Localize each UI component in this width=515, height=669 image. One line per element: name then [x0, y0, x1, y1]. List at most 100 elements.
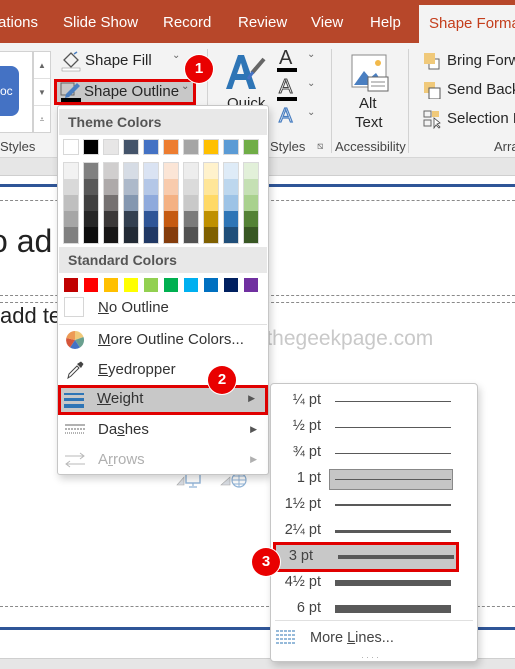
- tab-animations[interactable]: ations: [0, 0, 38, 43]
- theme-shade-swatch[interactable]: [84, 195, 98, 211]
- standard-color-swatch[interactable]: [243, 277, 259, 293]
- theme-shade-swatch[interactable]: [184, 195, 198, 211]
- theme-shade-swatch[interactable]: [84, 227, 98, 243]
- theme-shade-swatch[interactable]: [144, 179, 158, 195]
- theme-color-swatch[interactable]: [123, 139, 139, 155]
- more-lines-item[interactable]: More Lines...: [271, 624, 477, 652]
- theme-color-swatch[interactable]: [203, 139, 219, 155]
- standard-color-swatch[interactable]: [183, 277, 199, 293]
- standard-color-swatch[interactable]: [123, 277, 139, 293]
- weight-option[interactable]: 4½ pt: [271, 570, 477, 596]
- standard-color-swatch[interactable]: [63, 277, 79, 293]
- theme-shade-swatch[interactable]: [244, 179, 258, 195]
- tab-slide-show[interactable]: Slide Show: [63, 0, 138, 43]
- theme-shade-swatch[interactable]: [144, 211, 158, 227]
- theme-shade-swatch[interactable]: [204, 227, 218, 243]
- theme-shade-swatch[interactable]: [224, 163, 238, 179]
- theme-shade-swatch[interactable]: [84, 211, 98, 227]
- weight-option[interactable]: 6 pt: [271, 596, 477, 622]
- more-outline-colors-item[interactable]: More Outline Colors...: [59, 326, 267, 354]
- theme-shade-swatch[interactable]: [64, 227, 78, 243]
- tab-shape-format[interactable]: Shape Forma: [419, 5, 515, 43]
- weight-option[interactable]: 1 pt: [271, 466, 477, 492]
- theme-shade-swatch[interactable]: [164, 179, 178, 195]
- standard-color-swatch[interactable]: [163, 277, 179, 293]
- alt-text-button[interactable]: Alt Text: [345, 51, 395, 133]
- theme-color-swatch[interactable]: [83, 139, 99, 155]
- theme-shade-swatch[interactable]: [184, 227, 198, 243]
- gallery-up-icon[interactable]: ▲: [34, 52, 50, 79]
- theme-shade-swatch[interactable]: [224, 227, 238, 243]
- theme-shade-swatch[interactable]: [244, 163, 258, 179]
- theme-shade-swatch[interactable]: [224, 179, 238, 195]
- theme-shade-swatch[interactable]: [124, 211, 138, 227]
- theme-color-swatch[interactable]: [143, 139, 159, 155]
- text-effects-button[interactable]: A ⌄: [277, 104, 317, 131]
- theme-shade-swatch[interactable]: [124, 227, 138, 243]
- weight-option[interactable]: ½ pt: [271, 414, 477, 440]
- theme-shade-swatch[interactable]: [84, 163, 98, 179]
- tab-help[interactable]: Help: [370, 0, 401, 43]
- resize-grip[interactable]: ····: [361, 652, 381, 662]
- theme-shade-swatch[interactable]: [244, 227, 258, 243]
- weight-option[interactable]: 2¼ pt: [271, 518, 477, 544]
- weight-option[interactable]: 3 pt: [273, 542, 459, 572]
- theme-color-swatch[interactable]: [183, 139, 199, 155]
- theme-color-swatch[interactable]: [243, 139, 259, 155]
- standard-color-swatch[interactable]: [143, 277, 159, 293]
- standard-color-swatch[interactable]: [103, 277, 119, 293]
- theme-shade-swatch[interactable]: [144, 227, 158, 243]
- gallery-expand-icon[interactable]: ⩡: [34, 106, 50, 133]
- shape-outline-button[interactable]: Shape Outline ⌄: [54, 79, 196, 105]
- theme-shade-swatch[interactable]: [104, 163, 118, 179]
- theme-shade-swatch[interactable]: [224, 211, 238, 227]
- theme-shade-swatch[interactable]: [184, 211, 198, 227]
- theme-shade-swatch[interactable]: [64, 195, 78, 211]
- text-fill-button[interactable]: A ⌄: [277, 47, 317, 73]
- title-placeholder-text[interactable]: o ad: [0, 223, 52, 260]
- weight-option[interactable]: ¾ pt: [271, 440, 477, 466]
- tab-view[interactable]: View: [311, 0, 343, 43]
- theme-shade-swatch[interactable]: [124, 179, 138, 195]
- gallery-down-icon[interactable]: ▼: [34, 79, 50, 106]
- body-placeholder-text[interactable]: add te: [0, 303, 61, 329]
- standard-color-swatch[interactable]: [83, 277, 99, 293]
- theme-shade-swatch[interactable]: [204, 211, 218, 227]
- theme-shade-swatch[interactable]: [64, 211, 78, 227]
- theme-shade-swatch[interactable]: [164, 227, 178, 243]
- tab-review[interactable]: Review: [238, 0, 287, 43]
- shape-style-preview[interactable]: oc: [0, 66, 19, 116]
- theme-color-swatch[interactable]: [103, 139, 119, 155]
- text-outline-button[interactable]: A ⌄: [277, 76, 317, 102]
- theme-shade-swatch[interactable]: [164, 195, 178, 211]
- theme-color-swatch[interactable]: [63, 139, 79, 155]
- selection-pane-button[interactable]: Selection P: [423, 107, 515, 131]
- theme-shade-swatch[interactable]: [144, 195, 158, 211]
- theme-shade-swatch[interactable]: [224, 195, 238, 211]
- weight-option[interactable]: ¼ pt: [271, 388, 477, 414]
- theme-shade-swatch[interactable]: [104, 227, 118, 243]
- no-outline-item[interactable]: No Outline: [59, 294, 267, 322]
- send-backward-button[interactable]: Send Back: [423, 78, 515, 102]
- theme-shade-swatch[interactable]: [124, 195, 138, 211]
- standard-color-swatch[interactable]: [203, 277, 219, 293]
- theme-shade-swatch[interactable]: [104, 179, 118, 195]
- theme-shade-swatch[interactable]: [104, 195, 118, 211]
- weight-option[interactable]: 1½ pt: [271, 492, 477, 518]
- theme-shade-swatch[interactable]: [104, 211, 118, 227]
- theme-shade-swatch[interactable]: [144, 163, 158, 179]
- dashes-item[interactable]: Dashes ▶: [59, 416, 267, 444]
- shape-fill-button[interactable]: Shape Fill ⌄: [60, 49, 195, 73]
- theme-shade-swatch[interactable]: [64, 179, 78, 195]
- theme-shade-swatch[interactable]: [84, 179, 98, 195]
- theme-shade-swatch[interactable]: [124, 163, 138, 179]
- bring-forward-button[interactable]: Bring Forw: [423, 49, 515, 73]
- tab-record[interactable]: Record: [163, 0, 211, 43]
- quick-styles-button[interactable]: Quick: [222, 51, 270, 112]
- theme-shade-swatch[interactable]: [244, 211, 258, 227]
- theme-color-swatch[interactable]: [223, 139, 239, 155]
- theme-shade-swatch[interactable]: [184, 163, 198, 179]
- theme-shade-swatch[interactable]: [204, 195, 218, 211]
- standard-color-swatch[interactable]: [223, 277, 239, 293]
- dialog-launcher-icon[interactable]: ⧅: [317, 141, 323, 152]
